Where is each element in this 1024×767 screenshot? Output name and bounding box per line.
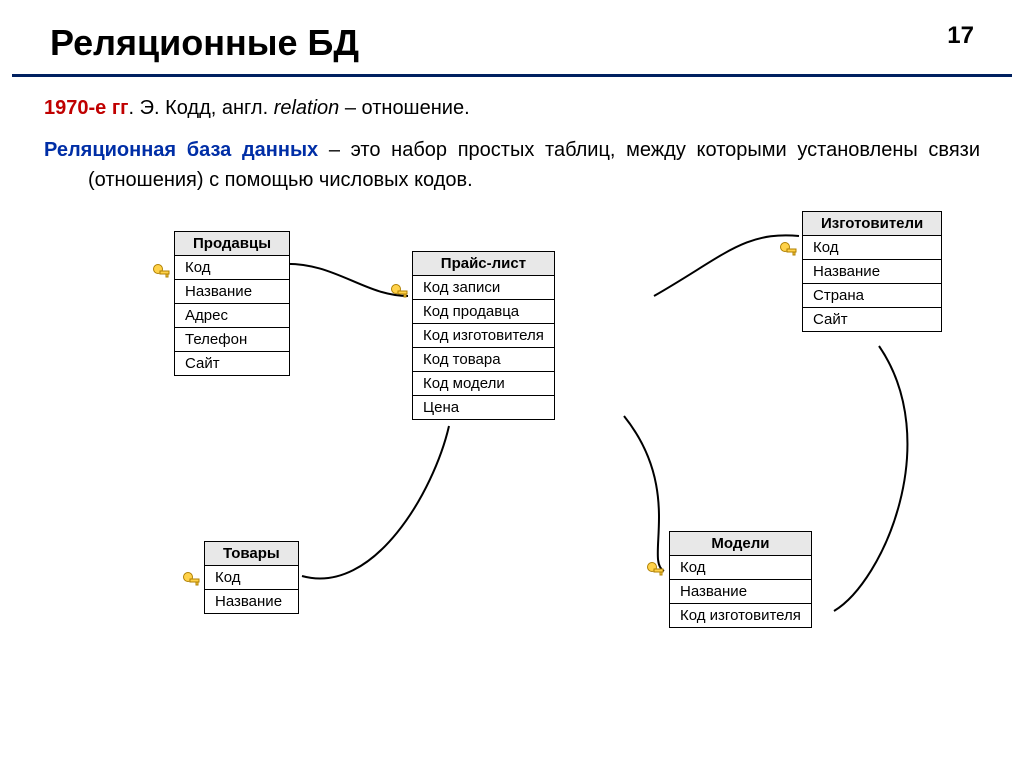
field: Код модели	[413, 372, 555, 396]
field: Код изготовителя	[670, 604, 812, 628]
intro-text-2: – отношение.	[339, 97, 469, 119]
field: Название	[175, 280, 290, 304]
field: Название	[803, 260, 942, 284]
page-title: Реляционные БД	[50, 22, 359, 64]
entity-goods-title: Товары	[205, 542, 299, 566]
field: Сайт	[175, 352, 290, 376]
entity-makers-title: Изготовители	[803, 212, 942, 236]
entity-goods: Товары Код Название	[204, 541, 299, 614]
content-area: 1970-е гг. Э. Кодд, англ. relation – отн…	[0, 77, 1024, 681]
field: Код записи	[413, 276, 555, 300]
field: Сайт	[803, 308, 942, 332]
field: Цена	[413, 396, 555, 420]
key-icon	[390, 283, 410, 303]
field: Код	[205, 566, 299, 590]
entity-models: Модели Код Название Код изготовителя	[669, 531, 812, 628]
relation-term: relation	[274, 97, 340, 119]
field: Код изготовителя	[413, 324, 555, 348]
entity-price: Прайс-лист Код записи Код продавца Код и…	[412, 251, 555, 420]
entity-models-title: Модели	[670, 532, 812, 556]
intro-paragraph: 1970-е гг. Э. Кодд, англ. relation – отн…	[44, 93, 980, 123]
entity-sellers: Продавцы Код Название Адрес Телефон Сайт	[174, 231, 290, 376]
key-icon	[152, 263, 172, 283]
field: Код	[803, 236, 942, 260]
year-text: 1970-е гг	[44, 97, 129, 119]
field: Код	[670, 556, 812, 580]
intro-text-1: . Э. Кодд, англ.	[129, 97, 274, 119]
key-icon	[646, 561, 666, 581]
field: Код продавца	[413, 300, 555, 324]
field: Телефон	[175, 328, 290, 352]
entity-sellers-title: Продавцы	[175, 232, 290, 256]
field: Название	[670, 580, 812, 604]
entity-makers: Изготовители Код Название Страна Сайт	[802, 211, 942, 332]
key-icon	[182, 571, 202, 591]
page-number: 17	[947, 22, 974, 50]
key-icon	[779, 241, 799, 261]
field: Код	[175, 256, 290, 280]
er-diagram: Продавцы Код Название Адрес Телефон Сайт…	[44, 201, 980, 681]
field: Адрес	[175, 304, 290, 328]
entity-price-title: Прайс-лист	[413, 252, 555, 276]
field: Код товара	[413, 348, 555, 372]
definition-paragraph: Реляционная база данных – это набор прос…	[44, 135, 980, 195]
field: Страна	[803, 284, 942, 308]
definition-term: Реляционная база данных	[44, 139, 318, 161]
field: Название	[205, 590, 299, 614]
